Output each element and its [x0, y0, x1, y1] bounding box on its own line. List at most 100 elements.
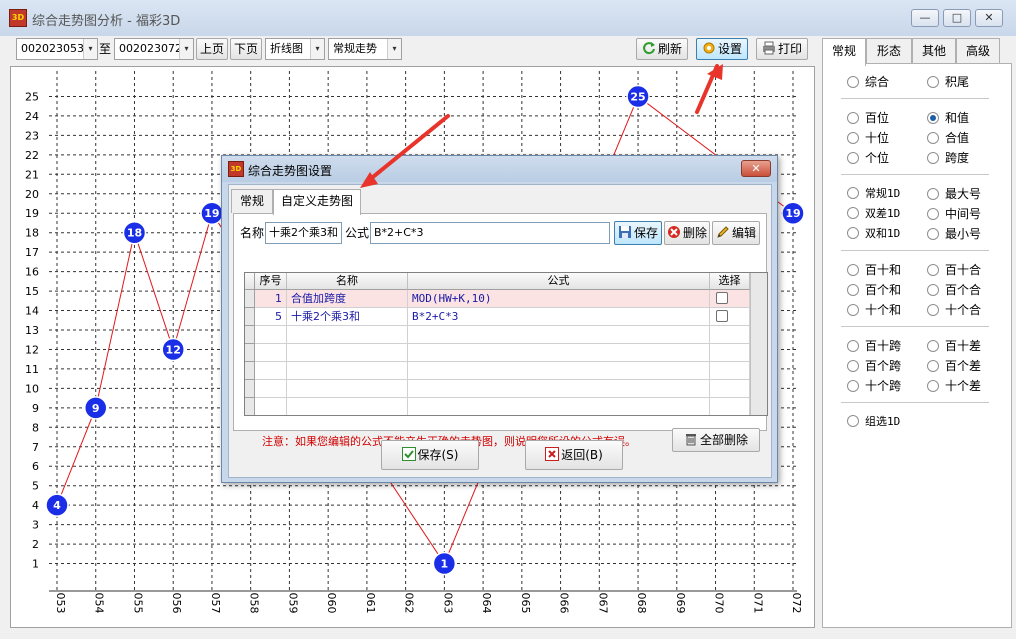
right-tab[interactable]: 常规 [822, 38, 866, 66]
option-radio[interactable]: 百个跨 [847, 358, 901, 374]
option-radio[interactable]: 常规1D [847, 186, 900, 202]
select-cell[interactable] [710, 344, 750, 362]
trend-type-select[interactable]: 常规走势 ▾ [328, 38, 402, 60]
table-scrollbar[interactable] [750, 273, 767, 415]
right-tab[interactable]: 形态 [866, 38, 912, 64]
row-indicator[interactable] [245, 380, 255, 398]
option-radio[interactable]: 百位 [847, 110, 889, 126]
option-radio[interactable]: 双差1D [847, 206, 900, 222]
option-radio[interactable]: 十位 [847, 130, 889, 146]
empty-cell[interactable] [255, 344, 287, 362]
empty-cell[interactable] [287, 380, 408, 398]
radio-circle-icon [847, 360, 859, 372]
chart-style-select[interactable]: 折线图 ▾ [265, 38, 325, 60]
column-header-name[interactable]: 名称 [287, 273, 408, 290]
option-radio[interactable]: 最大号 [927, 186, 981, 202]
delete-formula-button[interactable]: 删除 [664, 221, 710, 245]
option-radio[interactable]: 双和1D [847, 226, 900, 242]
empty-cell[interactable] [287, 326, 408, 344]
option-radio[interactable]: 十个和 [847, 302, 901, 318]
dialog-tab-general[interactable]: 常规 [231, 189, 273, 213]
select-cell[interactable] [710, 326, 750, 344]
select-cell[interactable] [710, 362, 750, 380]
next-page-button[interactable]: 下页 [230, 38, 262, 60]
empty-cell[interactable] [408, 326, 710, 344]
empty-cell[interactable] [255, 326, 287, 344]
empty-cell[interactable] [408, 344, 710, 362]
option-radio[interactable]: 中间号 [927, 206, 981, 222]
option-radio[interactable]: 和值 [927, 110, 969, 126]
right-tab[interactable]: 其他 [912, 38, 956, 64]
from-period-select[interactable]: 002023053 ▾ [16, 38, 98, 60]
table-cell[interactable]: 十乘2个乘3和 [287, 308, 408, 326]
option-radio[interactable]: 综合 [847, 74, 889, 90]
radio-circle-icon [847, 264, 859, 276]
option-radio[interactable]: 组选1D [847, 414, 900, 430]
right-tab[interactable]: 高级 [956, 38, 1000, 64]
row-indicator[interactable] [245, 308, 255, 326]
row-indicator[interactable] [245, 362, 255, 380]
option-radio[interactable]: 百个合 [927, 282, 981, 298]
chart-style-value: 折线图 [270, 42, 303, 55]
to-period-select[interactable]: 002023072 ▾ [114, 38, 194, 60]
option-radio[interactable]: 合值 [927, 130, 969, 146]
option-radio[interactable]: 百十跨 [847, 338, 901, 354]
settings-button[interactable]: 设置 [696, 38, 748, 60]
select-checkbox[interactable] [716, 310, 728, 322]
option-radio[interactable]: 百十和 [847, 262, 901, 278]
empty-cell[interactable] [287, 344, 408, 362]
row-indicator[interactable] [245, 398, 255, 415]
maximize-button[interactable]: □ [943, 9, 971, 27]
row-indicator[interactable] [245, 344, 255, 362]
name-input[interactable]: 十乘2个乘3和 [265, 222, 342, 244]
table-cell[interactable]: 合值加跨度 [287, 290, 408, 308]
option-radio[interactable]: 百个差 [927, 358, 981, 374]
option-radio[interactable]: 积尾 [927, 74, 969, 90]
row-indicator[interactable] [245, 326, 255, 344]
select-checkbox[interactable] [716, 292, 728, 304]
option-radio[interactable]: 十个跨 [847, 378, 901, 394]
dialog-back-button[interactable]: 返回(B) [525, 440, 623, 470]
select-cell[interactable] [710, 290, 750, 308]
edit-formula-button[interactable]: 编辑 [712, 221, 760, 245]
minimize-button[interactable]: — [911, 9, 939, 27]
table-cell[interactable]: 1 [255, 290, 287, 308]
select-cell[interactable] [710, 398, 750, 415]
empty-cell[interactable] [408, 362, 710, 380]
dialog-close-button[interactable]: ✕ [741, 160, 771, 177]
empty-cell[interactable] [287, 362, 408, 380]
option-radio[interactable]: 最小号 [927, 226, 981, 242]
table-cell[interactable]: MOD(HW+K,10) [408, 290, 710, 308]
pencil-icon [717, 226, 729, 238]
option-radio[interactable]: 百十合 [927, 262, 981, 278]
delete-all-button[interactable]: 全部删除 [672, 428, 760, 452]
option-radio[interactable]: 个位 [847, 150, 889, 166]
close-button[interactable]: ✕ [975, 9, 1003, 27]
dialog-save-button[interactable]: 保存(S) [381, 440, 479, 470]
empty-cell[interactable] [255, 380, 287, 398]
option-radio[interactable]: 百十差 [927, 338, 981, 354]
formula-input[interactable]: B*2+C*3 [370, 222, 610, 244]
select-cell[interactable] [710, 308, 750, 326]
option-radio[interactable]: 十个差 [927, 378, 981, 394]
prev-page-button[interactable]: 上页 [196, 38, 228, 60]
option-radio[interactable]: 百个和 [847, 282, 901, 298]
print-button[interactable]: 打印 [756, 38, 808, 60]
empty-cell[interactable] [255, 362, 287, 380]
empty-cell[interactable] [287, 398, 408, 415]
empty-cell[interactable] [255, 398, 287, 415]
column-header-formula[interactable]: 公式 [408, 273, 710, 290]
row-indicator[interactable] [245, 290, 255, 308]
option-radio[interactable]: 十个合 [927, 302, 981, 318]
option-radio[interactable]: 跨度 [927, 150, 969, 166]
table-cell[interactable]: 5 [255, 308, 287, 326]
table-cell[interactable]: B*2+C*3 [408, 308, 710, 326]
column-header-select[interactable]: 选择 [710, 273, 750, 290]
refresh-button[interactable]: 刷新 [636, 38, 688, 60]
save-formula-button[interactable]: 保存 [614, 221, 662, 245]
empty-cell[interactable] [408, 398, 710, 415]
column-header-no[interactable]: 序号 [255, 273, 287, 290]
select-cell[interactable] [710, 380, 750, 398]
empty-cell[interactable] [408, 380, 710, 398]
dialog-tab-custom[interactable]: 自定义走势图 [273, 189, 361, 215]
